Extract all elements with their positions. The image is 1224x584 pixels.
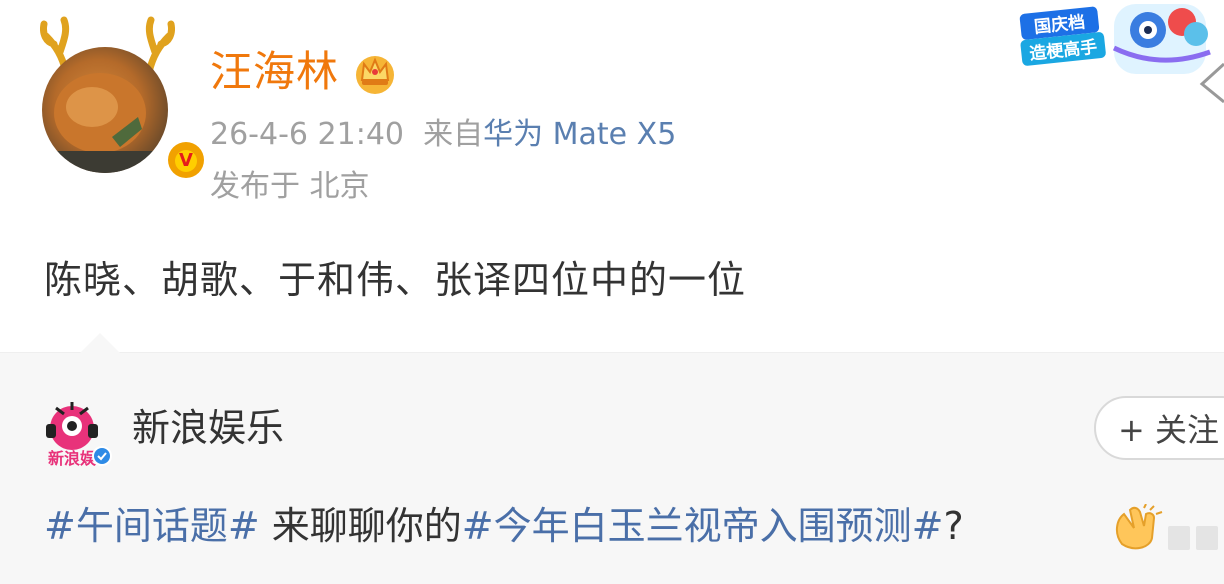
more-icon[interactable] bbox=[1192, 58, 1224, 106]
post-timestamp: 26-4-6 21:40 bbox=[210, 117, 404, 152]
emoji-placeholder bbox=[1196, 526, 1218, 550]
svg-text:新浪娱: 新浪娱 bbox=[48, 449, 97, 468]
avatar[interactable] bbox=[42, 47, 168, 173]
verified-v-icon: V bbox=[164, 138, 208, 182]
sina-ent-avatar[interactable]: 新浪娱 bbox=[42, 398, 114, 470]
crown-vip-icon[interactable] bbox=[352, 50, 398, 96]
author-avatar-group[interactable]: V bbox=[40, 14, 208, 182]
repost-text: #午间话题# 来聊聊你的#今年白玉兰视帝入围预测#? bbox=[44, 500, 964, 552]
topic-link-baiyulan[interactable]: #今年白玉兰视帝入围预测# bbox=[462, 504, 944, 548]
repost-author-name[interactable]: 新浪娱乐 bbox=[132, 402, 284, 454]
repost-text-end: ? bbox=[943, 504, 964, 548]
emoji-placeholder bbox=[1168, 526, 1190, 550]
clap-emoji-icon bbox=[1116, 504, 1163, 550]
source-prefix: 来自 bbox=[423, 117, 484, 152]
repost-caret bbox=[80, 333, 120, 353]
repost-text-mid: 来聊聊你的 bbox=[259, 504, 462, 548]
post-content: 陈晓、胡歌、于和伟、张译四位中的一位 bbox=[44, 258, 747, 302]
blue-verified-icon bbox=[94, 448, 110, 464]
follow-button[interactable]: + 关注 bbox=[1094, 396, 1224, 460]
post-location: 发布于 北京 bbox=[210, 169, 370, 204]
topic-link-noon[interactable]: #午间话题# bbox=[44, 504, 260, 548]
device-link[interactable]: 华为 Mate X5 bbox=[483, 117, 676, 152]
author-name[interactable]: 汪海林 bbox=[210, 44, 339, 100]
post-meta: 26-4-6 21:40 来自华为 Mate X5 bbox=[210, 114, 676, 156]
